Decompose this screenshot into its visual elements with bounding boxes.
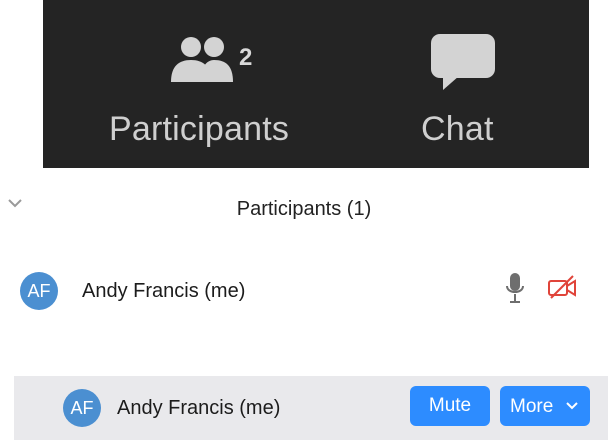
chevron-down-icon: [566, 402, 578, 410]
meeting-toolbar: 2 Participants Chat: [43, 0, 589, 168]
more-label: More: [510, 396, 554, 417]
mute-button[interactable]: Mute: [410, 386, 490, 426]
participant-count: 2: [239, 44, 253, 71]
video-off-icon[interactable]: [547, 275, 577, 299]
avatar: AF: [63, 389, 101, 427]
participant-row[interactable]: AF Andy Francis (me): [0, 257, 608, 325]
avatar: AF: [20, 272, 58, 310]
mute-label: Mute: [428, 395, 472, 416]
people-icon: [171, 37, 233, 82]
participants-button[interactable]: 2 Participants: [97, 0, 317, 168]
participant-row-hovered[interactable]: AF Andy Francis (me) Mute More: [14, 376, 608, 440]
panel-title: Participants (1): [236, 198, 372, 220]
chat-button[interactable]: Chat: [413, 0, 533, 168]
participant-name: Andy Francis (me): [117, 397, 281, 419]
chat-label: Chat: [421, 110, 494, 148]
microphone-icon[interactable]: [505, 272, 525, 304]
participant-name: Andy Francis (me): [82, 280, 246, 302]
participants-label: Participants: [109, 110, 290, 148]
chat-icon: [431, 34, 495, 90]
more-button[interactable]: More: [500, 386, 590, 426]
